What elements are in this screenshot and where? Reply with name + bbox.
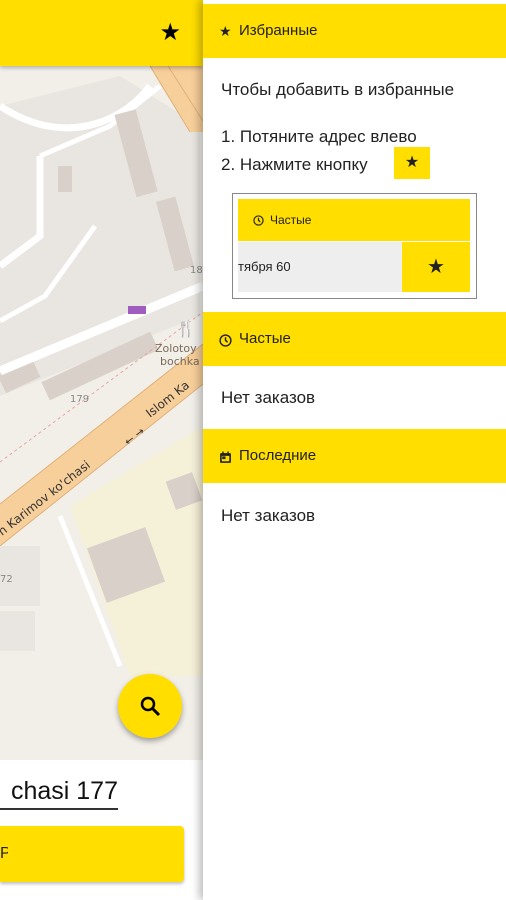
recent-title: Последние [239, 447, 317, 464]
restaurant-icon[interactable]: 🍴 [176, 319, 196, 338]
favorites-title: Избранные [239, 22, 318, 39]
recent-empty-text: Нет заказов [221, 506, 316, 525]
house-number-179: 179 [70, 394, 89, 405]
example-address-row: тября 60 [238, 242, 402, 292]
star-icon: ★ [219, 23, 232, 39]
example-header-label: Частые [270, 213, 312, 227]
map-app: 🍴 Zolotoy bochka 179 18 72 n Karimov ko'… [0, 0, 203, 900]
clock-icon [253, 199, 264, 241]
address-value: chasi 177 [10, 777, 118, 805]
house-number-72: 72 [0, 574, 13, 585]
frequent-title: Частые [239, 330, 291, 347]
house-number-18: 18 [190, 265, 203, 276]
poi-name-line1: Zolotoy [155, 342, 197, 355]
clock-icon [219, 312, 232, 366]
address-field[interactable]: chasi 177 [0, 774, 118, 810]
map-view[interactable]: 🍴 Zolotoy bochka 179 18 72 n Karimov ko'… [0, 66, 203, 760]
shop-marker-icon[interactable] [128, 306, 146, 314]
favorites-instruction: Чтобы добавить в избранные [221, 80, 455, 99]
instruction-step-2: 2. Нажмите кнопку [221, 155, 368, 174]
calendar-icon [219, 429, 232, 483]
address-panel: chasi 177 Р [0, 760, 203, 900]
example-address-text: тября 60 [238, 259, 291, 274]
top-app-bar: ★ [0, 0, 203, 66]
example-header: Частые [238, 199, 470, 241]
swipe-example-illustration: Частые тября 60 ★ [232, 193, 477, 299]
example-star-icon: ★ [402, 242, 470, 292]
poi-name-line2: bochka [160, 355, 200, 368]
favorites-star-icon[interactable]: ★ [159, 20, 181, 46]
instruction-step-1: 1. Потяните адрес влево [221, 127, 417, 146]
favorites-drawer: ★ Избранные Чтобы добавить в избранные 1… [203, 0, 506, 900]
search-icon [140, 696, 161, 717]
search-button[interactable] [118, 674, 182, 738]
recent-header: Последние [203, 429, 506, 483]
frequent-header: Частые [203, 312, 506, 366]
favorites-header: ★ Избранные [203, 4, 506, 58]
star-button-sample-icon: ★ [394, 147, 430, 179]
order-button[interactable]: Р [0, 826, 184, 882]
order-button-label: Р [0, 845, 8, 862]
frequent-empty-text: Нет заказов [221, 388, 316, 407]
